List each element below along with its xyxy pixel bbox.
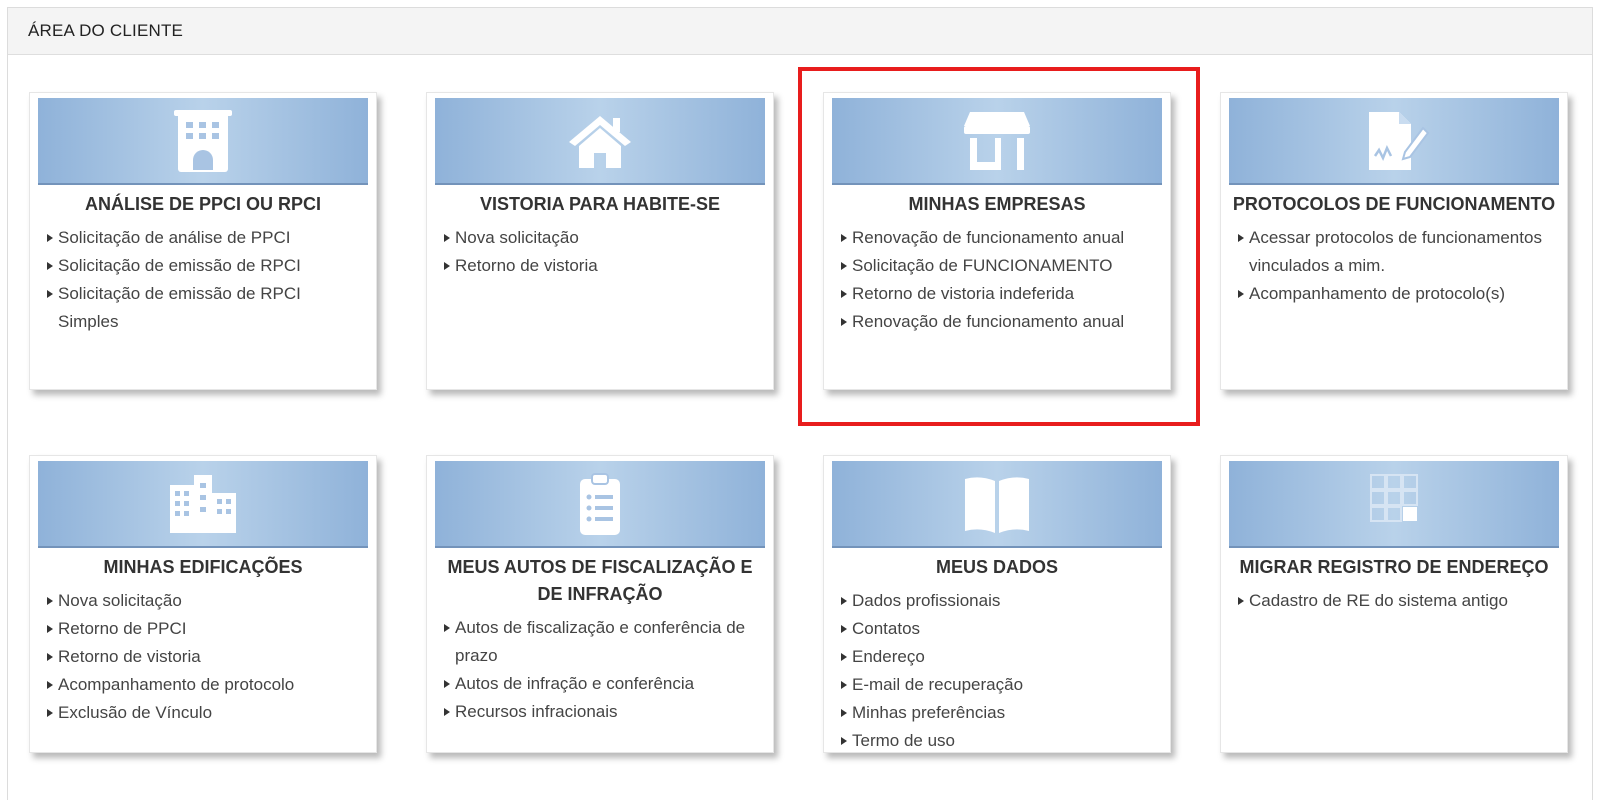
card-my-citations[interactable]: MEUS AUTOS DE FISCALIZAÇÃO E DE INFRAÇÃO… (426, 455, 774, 753)
clipboard-list-icon (580, 472, 620, 535)
card-link-list: Solicitação de análise de PPCI Solicitaç… (30, 218, 376, 336)
card-link-list: Nova solicitação Retorno de vistoria (427, 218, 773, 280)
link-rpci-simple-emission-request[interactable]: Solicitação de emissão de RPCI Simples (47, 280, 358, 336)
card-title: MIGRAR REGISTRO DE ENDEREÇO (1239, 557, 1549, 577)
card-habite-se[interactable]: VISTORIA PARA HABITE-SE Nova solicitação… (426, 92, 774, 390)
open-book-icon (965, 476, 1029, 533)
link-access-protocols[interactable]: Acessar protocolos de funcionamentos vin… (1238, 224, 1549, 280)
card-link-list: Acessar protocolos de funcionamentos vin… (1221, 218, 1567, 308)
card-title: MINHAS EDIFICAÇÕES (103, 557, 303, 577)
document-signature-icon (1369, 111, 1430, 170)
card-link-list: Dados profissionais Contatos Endereço E-… (824, 581, 1170, 755)
card-title: ANÁLISE DE PPCI OU RPCI (84, 194, 322, 214)
link-new-request[interactable]: Nova solicitação (47, 587, 358, 615)
card-my-data[interactable]: MEUS DADOS Dados profissionais Contatos … (823, 455, 1171, 753)
link-inspection-return[interactable]: Retorno de vistoria (47, 643, 358, 671)
link-new-request[interactable]: Nova solicitação (444, 224, 755, 252)
link-protocol-tracking[interactable]: Acompanhamento de protocolo(s) (1238, 280, 1549, 308)
link-infraction-appeals[interactable]: Recursos infracionais (444, 698, 755, 726)
card-migrate-registration[interactable]: MIGRAR REGISTRO DE ENDEREÇO Cadastro de … (1220, 455, 1568, 753)
card-banner (435, 461, 765, 548)
card-title: PROTOCOLOS DE FUNCIONAMENTO (1232, 194, 1556, 214)
link-ppci-return[interactable]: Retorno de PPCI (47, 615, 358, 643)
card-banner (435, 98, 765, 185)
building-icon (174, 109, 232, 172)
link-infraction-records[interactable]: Autos de infração e conferência (444, 670, 755, 698)
card-link-list: Autos de fiscalização e conferência de p… (427, 608, 773, 726)
link-inspection-records[interactable]: Autos de fiscalização e conferência de p… (444, 614, 755, 670)
link-terms-of-use[interactable]: Termo de uso (841, 727, 1152, 755)
link-professional-data[interactable]: Dados profissionais (841, 587, 1152, 615)
link-inspection-return[interactable]: Retorno de vistoria (444, 252, 755, 280)
card-title: MEUS DADOS (935, 557, 1058, 577)
card-banner (832, 461, 1162, 548)
card-title: VISTORIA PARA HABITE-SE (479, 194, 721, 214)
card-banner (1229, 98, 1559, 185)
panel-title: ÁREA DO CLIENTE (8, 8, 1592, 55)
city-buildings-icon (170, 474, 236, 533)
link-protocol-tracking[interactable]: Acompanhamento de protocolo (47, 671, 358, 699)
card-banner (38, 98, 368, 185)
card-title: MEUS AUTOS DE FISCALIZAÇÃO E DE INFRAÇÃO (447, 557, 753, 604)
link-link-removal[interactable]: Exclusão de Vínculo (47, 699, 358, 727)
card-my-buildings[interactable]: MINHAS EDIFICAÇÕES Nova solicitação Reto… (29, 455, 377, 753)
link-my-preferences[interactable]: Minhas preferências (841, 699, 1152, 727)
card-banner (38, 461, 368, 548)
link-legacy-registration[interactable]: Cadastro de RE do sistema antigo (1238, 587, 1549, 615)
link-recovery-email[interactable]: E-mail de recuperação (841, 671, 1152, 699)
card-link-list: Cadastro de RE do sistema antigo (1221, 581, 1567, 615)
house-icon (569, 115, 631, 168)
link-ppci-analysis-request[interactable]: Solicitação de análise de PPCI (47, 224, 358, 252)
card-operation-protocols[interactable]: PROTOCOLOS DE FUNCIONAMENTO Acessar prot… (1220, 92, 1568, 390)
link-contacts[interactable]: Contatos (841, 615, 1152, 643)
card-link-list: Nova solicitação Retorno de PPCI Retorno… (30, 581, 376, 727)
highlight-box (798, 67, 1200, 426)
card-banner (1229, 461, 1559, 548)
grid-squares-icon (1370, 473, 1418, 522)
link-rpci-emission-request[interactable]: Solicitação de emissão de RPCI (47, 252, 358, 280)
card-ppci-analysis[interactable]: ANÁLISE DE PPCI OU RPCI Solicitação de a… (29, 92, 377, 390)
link-address[interactable]: Endereço (841, 643, 1152, 671)
